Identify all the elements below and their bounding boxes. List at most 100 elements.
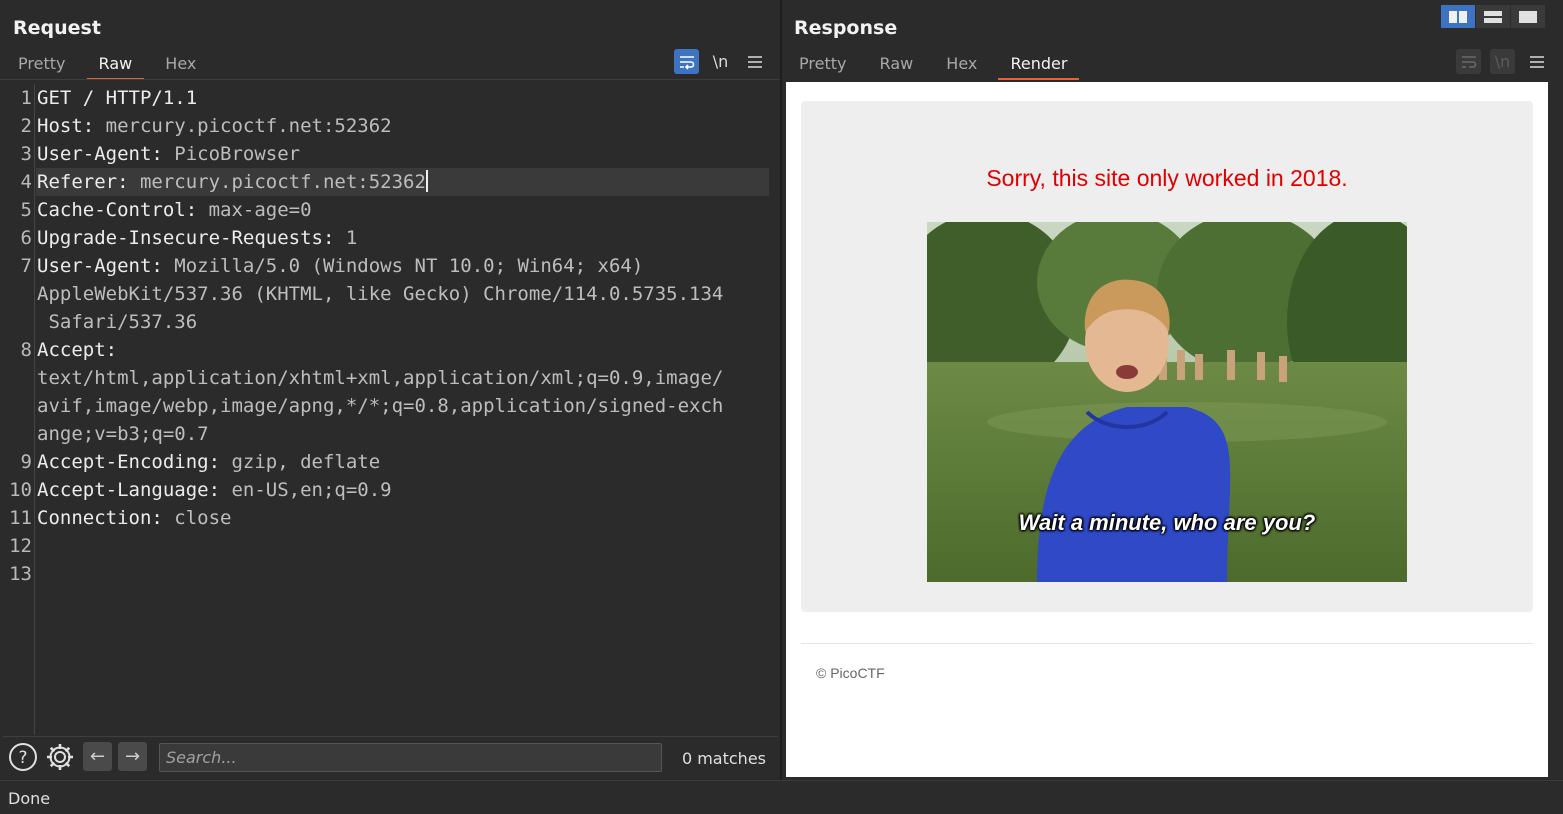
gif-caption: Wait a minute, who are you? <box>1018 510 1316 535</box>
request-line: 13 <box>3 560 773 588</box>
request-editor[interactable]: 1 GET / HTTP/1.1 2 Host: mercury.picoctf.ne… <box>3 84 778 735</box>
line-text: Referer: mercury.picoctf.net:52362 <box>37 168 428 196</box>
search-bar: ? ← → 0 matches <box>3 736 778 778</box>
response-tabs: Pretty Raw Hex Render <box>787 50 1083 80</box>
request-line: Safari/537.36 <box>3 308 773 336</box>
request-line: 9 Accept-Encoding: gzip, deflate <box>3 448 773 476</box>
arrow-left-icon[interactable]: ← <box>83 742 112 771</box>
response-title: Response <box>794 17 898 39</box>
header-name: GET / HTTP/1.1 <box>37 87 198 109</box>
line-number: 9 <box>20 451 32 473</box>
line-number: 11 <box>9 507 32 529</box>
response-pane: Response Pretty Raw Hex Render \n Sorry,… <box>782 0 1563 780</box>
line-text: avif,image/webp,image/apng,*/*;q=0.8,app… <box>37 392 723 420</box>
header-value: PicoBrowser <box>162 143 301 165</box>
header-name: Accept: <box>37 339 118 361</box>
header-value: AppleWebKit/537.36 (KHTML, like Gecko) C… <box>37 283 724 305</box>
side-by-side-layout-icon[interactable] <box>1441 5 1476 28</box>
single-layout-icon[interactable] <box>1511 5 1546 28</box>
newline-icon: \n <box>1490 49 1515 74</box>
line-text: Host: mercury.picoctf.net:52362 <box>37 112 392 140</box>
header-value: 1 <box>334 227 358 249</box>
menu-icon[interactable] <box>1524 49 1549 74</box>
header-name: Connection: <box>37 507 163 529</box>
request-line: 4 Referer: mercury.picoctf.net:52362 <box>3 168 773 196</box>
tab-raw[interactable]: Raw <box>868 50 926 80</box>
request-line: 8 Accept: <box>3 336 773 364</box>
tab-hex[interactable]: Hex <box>934 50 989 80</box>
line-number: 2 <box>20 115 32 137</box>
request-toolbar: \n <box>674 49 767 74</box>
newline-icon[interactable]: \n <box>708 49 733 74</box>
header-name: User-Agent: <box>37 255 163 277</box>
header-name: Accept-Encoding: <box>37 451 221 473</box>
request-line: text/html,application/xhtml+xml,applicat… <box>3 364 773 392</box>
line-text: Connection: close <box>37 504 231 532</box>
line-number: 7 <box>20 255 32 277</box>
request-line: 2 Host: mercury.picoctf.net:52362 <box>3 112 773 140</box>
header-value: close <box>162 507 232 529</box>
header-value: max-age=0 <box>197 199 312 221</box>
line-number: 1 <box>20 87 32 109</box>
response-toolbar: \n <box>1456 49 1549 74</box>
line-text: Accept: <box>37 336 117 364</box>
tab-render[interactable]: Render <box>998 50 1080 80</box>
header-value: mercury.picoctf.net:52362 <box>94 115 392 137</box>
header-value: gzip, deflate <box>220 451 381 473</box>
header-name: Upgrade-Insecure-Requests: <box>37 227 335 249</box>
sorry-message: Sorry, this site only worked in 2018. <box>986 165 1348 191</box>
menu-icon[interactable] <box>742 49 767 74</box>
header-value: mercury.picoctf.net:52362 <box>128 171 426 193</box>
line-number: 10 <box>9 479 32 501</box>
wrap-lines-icon[interactable] <box>674 49 699 74</box>
request-line: 10 Accept-Language: en-US,en;q=0.9 <box>3 476 773 504</box>
tab-pretty[interactable]: Pretty <box>6 50 77 80</box>
request-line: AppleWebKit/537.36 (KHTML, like Gecko) C… <box>3 280 773 308</box>
render-scrollbar[interactable] <box>1548 82 1559 777</box>
header-name: Accept-Language: <box>37 479 221 501</box>
header-value: ange;v=b3;q=0.7 <box>37 423 209 445</box>
search-input[interactable] <box>159 743 662 772</box>
footer-copyright: © PicoCTF <box>816 665 885 681</box>
request-line: 12 <box>3 532 773 560</box>
stacked-layout-icon[interactable] <box>1476 5 1511 28</box>
header-name: Referer: <box>37 171 129 193</box>
request-pane: Request Pretty Raw Hex \n 1 GET / HTTP/1.… <box>0 0 781 780</box>
request-line: 3 User-Agent: PicoBrowser <box>3 140 773 168</box>
line-text: Cache-Control: max-age=0 <box>37 196 312 224</box>
help-icon[interactable]: ? <box>7 741 38 772</box>
header-name: Host: <box>37 115 95 137</box>
line-text: Upgrade-Insecure-Requests: 1 <box>37 224 357 252</box>
tabs-divider <box>0 79 781 80</box>
line-number: 6 <box>20 227 32 249</box>
gear-icon[interactable] <box>44 741 75 772</box>
wrap-lines-icon <box>1456 49 1481 74</box>
header-value: Safari/537.36 <box>37 311 198 333</box>
line-text: text/html,application/xhtml+xml,applicat… <box>37 364 723 392</box>
tab-raw[interactable]: Raw <box>86 50 145 80</box>
status-bar: Done <box>0 780 1563 814</box>
line-text: User-Agent: Mozilla/5.0 (Windows NT 10.0… <box>37 252 643 280</box>
tab-pretty[interactable]: Pretty <box>787 50 858 80</box>
tab-hex[interactable]: Hex <box>153 50 208 80</box>
line-number: 12 <box>9 535 32 557</box>
match-count: 0 matches <box>681 749 766 768</box>
render-view: Sorry, this site only worked in 2018. Wa… <box>786 82 1548 777</box>
request-line: ange;v=b3;q=0.7 <box>3 420 773 448</box>
line-number: 5 <box>20 199 32 221</box>
request-line: 11 Connection: close <box>3 504 773 532</box>
line-number: 13 <box>9 563 32 585</box>
text-caret <box>425 170 428 192</box>
line-text: AppleWebKit/537.36 (KHTML, like Gecko) C… <box>37 280 723 308</box>
line-number: 8 <box>20 339 32 361</box>
arrow-right-icon[interactable]: → <box>118 742 147 771</box>
request-line: 5 Cache-Control: max-age=0 <box>3 196 773 224</box>
request-tabs: Pretty Raw Hex <box>6 50 212 80</box>
footer-divider <box>801 643 1533 644</box>
message-panel: Sorry, this site only worked in 2018. Wa… <box>801 101 1533 612</box>
status-text: Done <box>8 789 51 808</box>
line-number: 3 <box>20 143 32 165</box>
line-text: User-Agent: PicoBrowser <box>37 140 300 168</box>
request-line: avif,image/webp,image/apng,*/*;q=0.8,app… <box>3 392 773 420</box>
request-line: 6 Upgrade-Insecure-Requests: 1 <box>3 224 773 252</box>
